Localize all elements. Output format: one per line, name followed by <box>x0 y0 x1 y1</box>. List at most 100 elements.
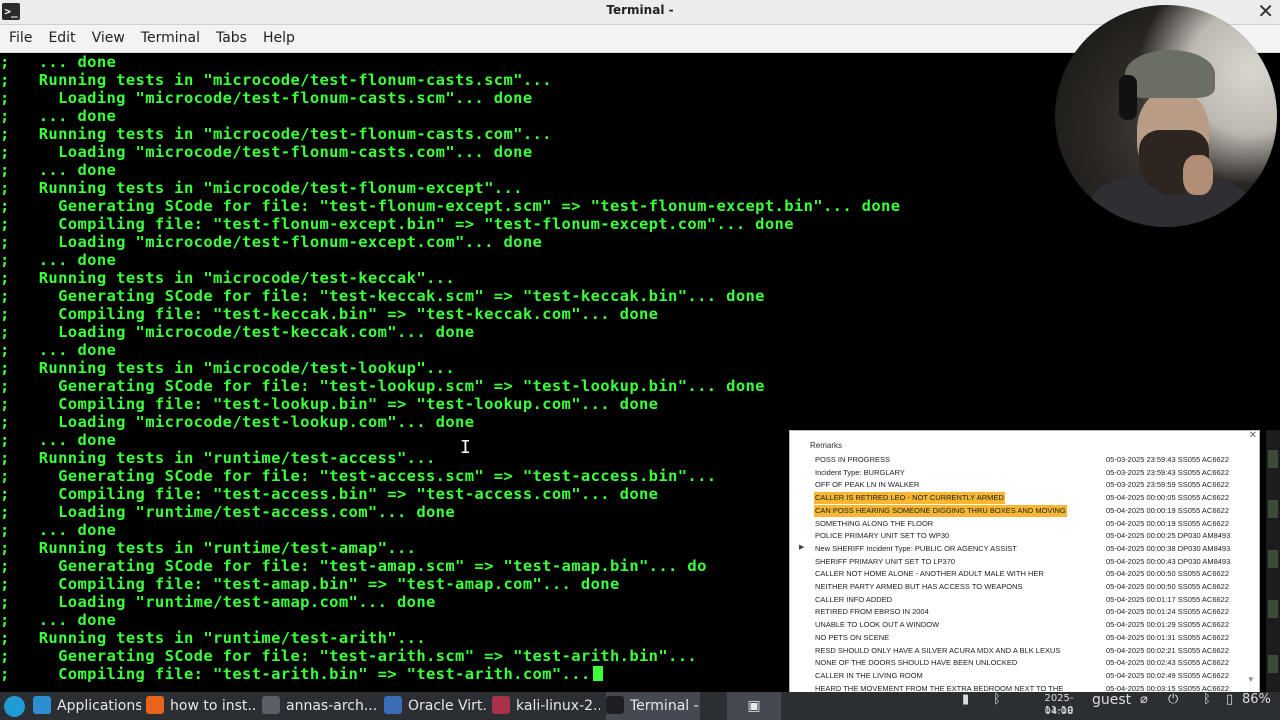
menu-edit[interactable]: Edit <box>41 25 82 52</box>
terminal-line: ; Loading "runtime/test-amap.com"... don… <box>0 593 436 611</box>
remark-text: POSS IN PROGRESS <box>815 455 891 464</box>
taskbar-item[interactable]: Applications <box>33 692 141 720</box>
remark-text: CAN POSS HEARING SOMEONE DIGGING THRU BO… <box>814 504 1067 517</box>
terminal-line: ; Compiling file: "test-lookup.bin" => "… <box>0 395 659 413</box>
taskbar-item-label: annas-arch... <box>286 698 378 714</box>
remark-row[interactable]: NEITHER PARTY ARMED BUT HAS ACCESS TO WE… <box>814 581 1254 593</box>
taskbar-item-label: Oracle Virt... <box>408 698 486 714</box>
remark-timestamp: 05-04-2025 00:00:19 SS055 AC6622 <box>1106 505 1230 515</box>
remark-row[interactable]: CALLER NOT HOME ALONE - ANOTHER ADULT MA… <box>814 568 1254 580</box>
remark-text: CALLER INFO ADDED <box>815 594 893 604</box>
firefox-icon <box>146 696 164 714</box>
remark-timestamp: 05-04-2025 00:02:49 SS055 AC6622 <box>1106 670 1230 680</box>
mute-icon[interactable]: ⌀ <box>1140 692 1148 720</box>
remark-row[interactable]: SHERIFF PRIMARY UNIT SET TO LP370 05-04-2… <box>814 556 1254 568</box>
remark-row[interactable]: NONE OF THE DOORS SHOULD HAVE BEEN UNLOC… <box>814 657 1254 669</box>
menu-terminal[interactable]: Terminal <box>134 25 207 52</box>
remark-text: New SHERIFF Incident Type: PUBLIC OR AGE… <box>815 543 1017 553</box>
remarks-panel: Remarks ✕ POSS IN PROGRESS 05-03-2025 23:… <box>789 430 1260 694</box>
terminal-line: ; Running tests in "microcode/test-looku… <box>0 359 456 377</box>
remark-row[interactable]: CALLER INFO ADDED 05-04-2025 00:01:17 SS0… <box>814 594 1254 606</box>
remark-text: UNABLE TO LOOK OUT A WINDOW <box>815 620 940 630</box>
remark-timestamp: 05-04-2025 00:00:50 SS055 AC6622 <box>1106 569 1230 579</box>
remark-text: RETIRED FROM EBRSO IN 2004 <box>815 607 929 617</box>
user-name[interactable]: guest <box>1092 692 1131 720</box>
remark-row[interactable]: RETIRED FROM EBRSO IN 2004 05-04-2025 00:… <box>814 606 1254 618</box>
taskbar-item[interactable]: Terminal - <box>606 692 700 720</box>
remark-row[interactable]: Incident Type: BURGLARY 05-03-2025 23:59:… <box>814 467 1254 479</box>
terminal-line: ; Running tests in "runtime/test-arith".… <box>0 629 426 647</box>
terminal-line: ; ... done <box>0 611 117 629</box>
terminal-cursor <box>592 666 603 681</box>
menu-file[interactable]: File <box>2 25 39 52</box>
terminal-line: ; Loading "microcode/test-flonum-casts.c… <box>0 143 533 161</box>
remark-row[interactable]: SOMETHING ALONG THE FLOOR 05-04-2025 00:0… <box>814 518 1254 530</box>
terminal-line: ; Generating SCode for file: "test-amap.… <box>0 557 707 575</box>
clock[interactable]: 2025-11-10 04:08 <box>1038 692 1080 720</box>
terminal-line: ; Generating SCode for file: "test-flonu… <box>0 197 901 215</box>
terminal-line: ; Generating SCode for file: "test-kecca… <box>0 287 765 305</box>
kali-menu-icon[interactable] <box>4 696 25 717</box>
remark-text: CALLER NOT HOME ALONE - ANOTHER ADULT MA… <box>815 569 1044 579</box>
scroll-down-icon: ▾ <box>1248 675 1253 685</box>
virtualbox-icon <box>384 696 402 714</box>
terminal-launcher-icon[interactable]: ▣ <box>727 692 781 720</box>
terminal-line: ; Compiling file: "test-access.bin" => "… <box>0 485 659 503</box>
kali-dragon-icon <box>33 696 51 714</box>
terminal-line: ; Generating SCode for file: "test-looku… <box>0 377 765 395</box>
remark-row[interactable]: CALLER IN THE LIVING ROOM 05-04-2025 00:0… <box>814 670 1254 682</box>
taskbar-item-label: kali-linux-2... <box>516 698 600 714</box>
taskbar-item[interactable]: kali-linux-2... <box>492 692 600 720</box>
remark-timestamp: 05-04-2025 00:01:31 SS055 AC6622 <box>1106 632 1230 642</box>
remark-text: NEITHER PARTY ARMED BUT HAS ACCESS TO WE… <box>815 582 1023 591</box>
remark-timestamp: 05-04-2025 00:00:05 SS055 AC6622 <box>1106 493 1230 503</box>
remark-timestamp: 05-04-2025 00:00:43 DP030 AM8493 <box>1106 556 1231 566</box>
terminal-line: ; Running tests in "microcode/test-flonu… <box>0 125 552 143</box>
remark-row[interactable]: ▶ New SHERIFF Incident Type: PUBLIC OR AG… <box>799 543 1254 555</box>
taskbar-item[interactable]: how to inst... <box>146 692 256 720</box>
remarks-header: Remarks <box>810 441 843 450</box>
remark-text: NO PETS ON SCENE <box>815 632 890 642</box>
terminal-line: ; ... done <box>0 521 117 539</box>
bluetooth-tray-icon[interactable]: ᛒ <box>1203 692 1211 720</box>
terminal-line: ; Generating SCode for file: "test-arith… <box>0 647 698 665</box>
terminal-line: ; Running tests in "microcode/test-flonu… <box>0 179 523 197</box>
taskbar-item[interactable]: Oracle Virt... <box>384 692 486 720</box>
side-window-edge <box>1266 430 1280 692</box>
terminal-line-last: ; Compiling file: "test-arith.bin" => "t… <box>0 665 603 683</box>
remark-timestamp: 05-03-2025 23:59:59 SS055 AC6622 <box>1106 480 1230 490</box>
remark-row[interactable]: CAN POSS HEARING SOMEONE DIGGING THRU BO… <box>814 504 1254 517</box>
terminal-line: ; Running tests in "runtime/test-amap"..… <box>0 539 417 557</box>
remark-text: SHERIFF PRIMARY UNIT SET TO LP370 <box>815 556 956 566</box>
terminal-line: ; Loading "microcode/test-lookup.com"...… <box>0 413 475 431</box>
taskbar: Applications how to inst... annas-arch... O… <box>0 692 1280 720</box>
remark-row[interactable]: RESD SHOULD ONLY HAVE A SILVER ACURA MDX… <box>814 645 1254 657</box>
bluetooth-icon[interactable]: ᛒ <box>993 692 1001 720</box>
terminal-line: ; Compiling file: "test-amap.bin" => "te… <box>0 575 620 593</box>
terminal-line-text: ; Compiling file: "test-arith.bin" => "t… <box>0 665 591 683</box>
menu-tabs[interactable]: Tabs <box>209 25 254 52</box>
network-icon[interactable]: ▮ <box>962 692 969 720</box>
remark-text: CALLER IN THE LIVING ROOM <box>815 670 923 680</box>
remark-row[interactable]: OFF OF PEAK LN IN WALKER 05-03-2025 23:59… <box>814 479 1254 491</box>
remark-row[interactable]: NO PETS ON SCENE 05-04-2025 00:01:31 SS05… <box>814 632 1254 644</box>
terminal-line: ; Compiling file: "test-keccak.bin" => "… <box>0 305 659 323</box>
vm-icon <box>492 696 510 714</box>
expand-arrow-icon[interactable]: ▶ <box>799 543 804 551</box>
power-icon[interactable]: ⏻ <box>1168 692 1178 720</box>
remark-timestamp: 05-04-2025 00:02:43 SS055 AC6622 <box>1106 658 1230 668</box>
terminal-line: ; ... done <box>0 251 117 269</box>
remark-row[interactable]: UNABLE TO LOOK OUT A WINDOW 05-04-2025 00… <box>814 619 1254 631</box>
remark-row[interactable]: CALLER IS RETIRED LEO - NOT CURRENTLY AR… <box>814 492 1254 505</box>
remark-row[interactable]: POSS IN PROGRESS 05-03-2025 23:59:43 SS05… <box>814 454 1254 466</box>
remark-row[interactable]: POLICE PRIMARY UNIT SET TO WP30 05-04-202… <box>814 530 1254 542</box>
menu-help[interactable]: Help <box>256 25 302 52</box>
remark-timestamp: 05-04-2025 00:02:21 SS055 AC6622 <box>1106 645 1230 655</box>
taskbar-item[interactable]: annas-arch... <box>262 692 378 720</box>
terminal-line: ; Loading "microcode/test-flonum-casts.s… <box>0 89 533 107</box>
menu-view[interactable]: View <box>85 25 132 52</box>
taskbar-item-label: Terminal - <box>630 698 699 714</box>
remark-timestamp: 05-04-2025 00:01:24 SS055 AC6622 <box>1106 607 1230 617</box>
terminal-line: ; ... done <box>0 431 117 449</box>
clock-time: 04:08 <box>1044 706 1074 717</box>
